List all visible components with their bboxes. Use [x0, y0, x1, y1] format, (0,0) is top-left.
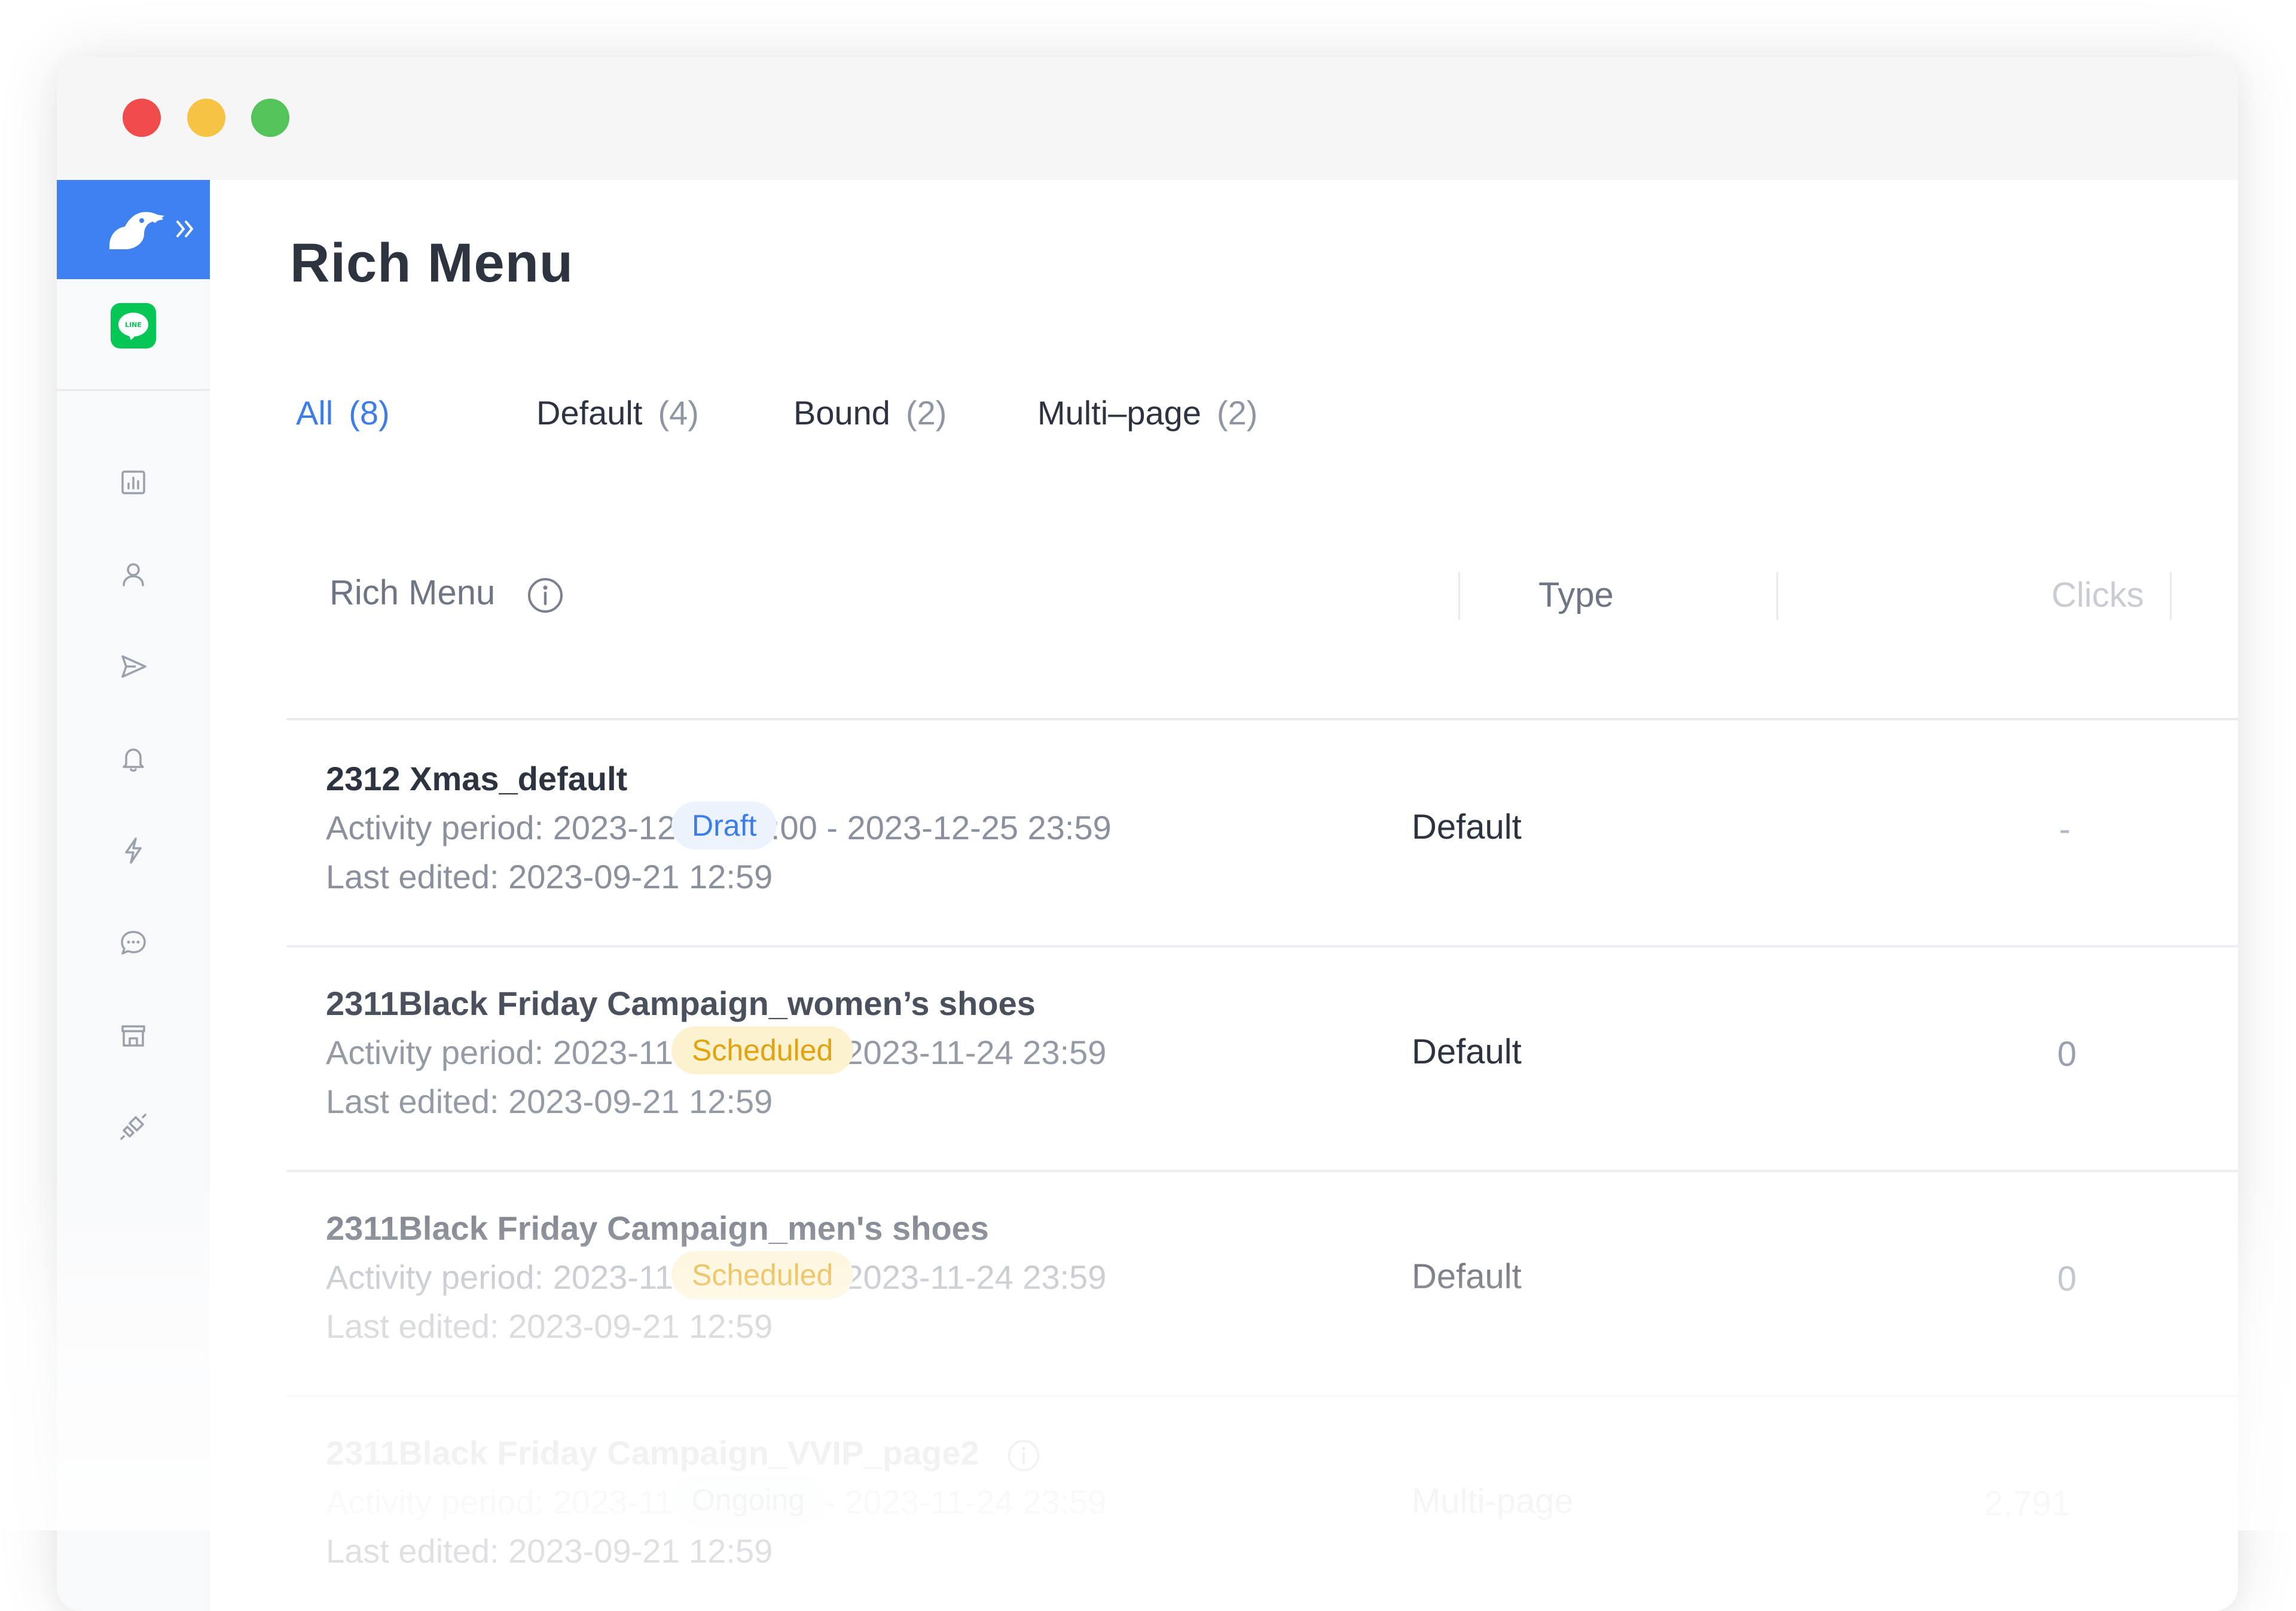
channel-selector[interactable]: LINE	[57, 279, 210, 391]
click-count: -	[2059, 810, 2071, 849]
chat-bubble-icon[interactable]	[118, 927, 149, 958]
send-icon[interactable]	[118, 651, 149, 682]
info-icon[interactable]	[1006, 1438, 1041, 1473]
menu-type: Multi-page	[1412, 1482, 1574, 1521]
menu-type: Default	[1412, 1032, 1522, 1071]
info-icon[interactable]	[526, 576, 564, 615]
rich-menu-name-text: 2311Black Friday Campaign_VVIP_page2	[326, 1434, 979, 1472]
minimize-window-button[interactable]	[187, 99, 225, 137]
rich-menu-name[interactable]: 2312 Xmas_default	[326, 759, 627, 799]
column-divider	[1776, 572, 1778, 620]
close-window-button[interactable]	[123, 99, 161, 137]
tab-label: Multi–page	[1037, 394, 1201, 432]
status-badge: Ongoing	[671, 1476, 826, 1524]
menu-type: Default	[1412, 1257, 1522, 1296]
sidebar: LINE	[57, 180, 210, 1611]
tab-count: (8)	[349, 394, 390, 432]
brand-header[interactable]	[57, 180, 210, 279]
table-row[interactable]: 2311Black Friday Campaign_women’s shoes …	[286, 945, 2238, 1172]
menu-type: Default	[1412, 808, 1522, 846]
column-header-label: Rich Menu	[329, 573, 496, 612]
main-content: Rich Menu All (8) Default (4) Bound (2) Mul…	[210, 180, 2238, 1611]
tab-bound[interactable]: Bound (2)	[793, 393, 947, 433]
table-row[interactable]: 2311Black Friday Campaign_men's shoes Ac…	[286, 1170, 2238, 1397]
plug-icon[interactable]	[118, 1111, 149, 1142]
column-header-clicks[interactable]: Clicks	[2051, 574, 2144, 616]
last-edited: Last edited: 2023-09-21 12:59	[326, 858, 773, 895]
status-badge: Scheduled	[671, 1026, 854, 1074]
rich-menu-name[interactable]: 2311Black Friday Campaign_women’s shoes	[326, 983, 1036, 1023]
lightning-icon[interactable]	[118, 835, 149, 866]
tab-label: All	[296, 394, 334, 432]
last-edited: Last edited: 2023-09-21 12:59	[326, 1083, 773, 1120]
line-app-icon[interactable]: LINE	[111, 303, 156, 349]
status-badge: Draft	[671, 802, 777, 849]
user-icon[interactable]	[118, 559, 149, 590]
table-row[interactable]: 2312 Xmas_default Activity period: 2023-…	[286, 720, 2238, 947]
maximize-window-button[interactable]	[251, 99, 289, 137]
tab-multi-page[interactable]: Multi–page (2)	[1037, 393, 1257, 433]
bell-icon[interactable]	[118, 743, 149, 774]
tab-label: Default	[536, 394, 643, 432]
rich-menu-name[interactable]: 2311Black Friday Campaign_VVIP_page2	[326, 1433, 1041, 1473]
rich-menu-name[interactable]: 2311Black Friday Campaign_men's shoes	[326, 1208, 989, 1248]
table-row[interactable]: 2311Black Friday Campaign_VVIP_page2 Act…	[286, 1395, 2238, 1611]
tab-default[interactable]: Default (4)	[536, 393, 699, 433]
window-titlebar	[57, 57, 2238, 180]
tab-count: (4)	[658, 394, 699, 432]
double-chevron-right-icon[interactable]	[174, 217, 198, 241]
last-edited: Last edited: 2023-09-21 12:59	[326, 1532, 773, 1570]
tab-count: (2)	[905, 394, 947, 432]
click-count: 2,791	[1983, 1484, 2071, 1523]
tab-all[interactable]: All (8)	[296, 393, 390, 433]
column-divider	[1458, 572, 1460, 620]
storefront-icon[interactable]	[118, 1019, 149, 1050]
column-divider	[2170, 572, 2172, 620]
bar-chart-icon[interactable]	[118, 467, 149, 498]
page-title: Rich Menu	[290, 233, 574, 294]
status-badge: Scheduled	[671, 1251, 854, 1299]
click-count: 0	[2057, 1260, 2077, 1298]
tab-count: (2)	[1216, 394, 1258, 432]
app-window: LINE Rich Menu All (8) Default (4) Bound…	[57, 57, 2238, 1611]
column-header-rich-menu[interactable]: Rich Menu	[329, 572, 564, 615]
last-edited: Last edited: 2023-09-21 12:59	[326, 1307, 773, 1345]
click-count: 0	[2057, 1035, 2077, 1074]
line-icon-label: LINE	[125, 321, 142, 329]
column-header-type[interactable]: Type	[1538, 574, 1614, 616]
tab-label: Bound	[793, 394, 890, 432]
